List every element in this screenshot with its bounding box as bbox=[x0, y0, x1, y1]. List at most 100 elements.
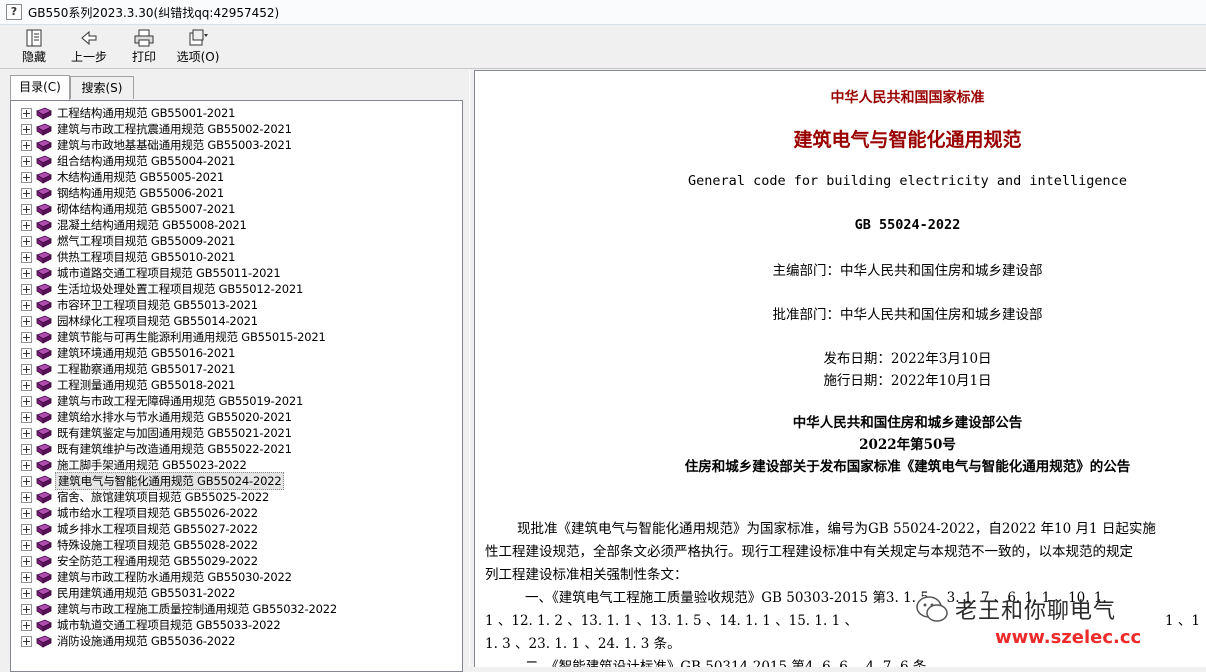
tree-item[interactable]: 供热工程项目规范 GB55010-2021 bbox=[11, 249, 237, 265]
expand-plus-icon[interactable] bbox=[21, 395, 32, 407]
expand-plus-icon[interactable] bbox=[21, 315, 32, 327]
book-icon bbox=[36, 123, 52, 136]
tree-item[interactable]: 建筑与市政工程抗震通用规范 GB55002-2021 bbox=[11, 121, 294, 137]
book-icon bbox=[36, 139, 52, 152]
tree-item[interactable]: 市容环卫工程项目规范 GB55013-2021 bbox=[11, 297, 260, 313]
expand-plus-icon[interactable] bbox=[21, 507, 32, 519]
book-icon bbox=[36, 363, 52, 376]
expand-plus-icon[interactable] bbox=[21, 635, 32, 647]
expand-plus-icon[interactable] bbox=[21, 123, 32, 135]
expand-plus-icon[interactable] bbox=[21, 107, 32, 119]
tree-item[interactable]: 工程测量通用规范 GB55018-2021 bbox=[11, 377, 237, 393]
para1-line1: 现批准《建筑电气与智能化通用规范》为国家标准，编号为GB 55024-2022，… bbox=[517, 521, 1156, 537]
tree-item[interactable]: 消防设施通用规范 GB55036-2022 bbox=[11, 633, 237, 649]
tree-item[interactable]: 木结构通用规范 GB55005-2021 bbox=[11, 169, 226, 185]
expand-plus-icon[interactable] bbox=[21, 251, 32, 263]
tree-item[interactable]: 城市道路交通工程项目规范 GB55011-2021 bbox=[11, 265, 282, 281]
expand-plus-icon[interactable] bbox=[21, 139, 32, 151]
para1-line3: 列工程建设标准相关强制性条文： bbox=[485, 567, 688, 583]
expand-plus-icon[interactable] bbox=[21, 603, 32, 615]
window-title: GB550系列2023.3.30(纠错找qq:42957452) bbox=[28, 5, 280, 20]
hide-button[interactable]: 隐藏 bbox=[14, 29, 54, 67]
tree-item[interactable]: 建筑与市政工程防水通用规范 GB55030-2022 bbox=[11, 569, 294, 585]
book-icon bbox=[36, 507, 52, 520]
tree-item-label: 民用建筑通用规范 GB55031-2022 bbox=[57, 586, 236, 600]
tree-item[interactable]: 特殊设施工程项目规范 GB55028-2022 bbox=[11, 537, 260, 553]
back-button-label: 上一步 bbox=[70, 50, 107, 64]
expand-plus-icon[interactable] bbox=[21, 555, 32, 567]
tree-item-label: 城市道路交通工程项目规范 GB55011-2021 bbox=[57, 266, 281, 280]
expand-plus-icon[interactable] bbox=[21, 427, 32, 439]
expand-plus-icon[interactable] bbox=[21, 619, 32, 631]
tree-item-label: 砌体结构通用规范 GB55007-2021 bbox=[57, 202, 236, 216]
expand-plus-icon[interactable] bbox=[21, 187, 32, 199]
tree-item[interactable]: 建筑环境通用规范 GB55016-2021 bbox=[11, 345, 237, 361]
expand-plus-icon[interactable] bbox=[21, 347, 32, 359]
notice-number: 2022年第50号 bbox=[859, 437, 956, 453]
tree-item[interactable]: 城乡排水工程项目规范 GB55027-2022 bbox=[11, 521, 260, 537]
expand-plus-icon[interactable] bbox=[21, 299, 32, 311]
tree-item[interactable]: 组合结构通用规范 GB55004-2021 bbox=[11, 153, 237, 169]
doc-title: 建筑电气与智能化通用规范 bbox=[793, 129, 1022, 151]
tree-item[interactable]: 城市给水工程项目规范 GB55026-2022 bbox=[11, 505, 260, 521]
tree-item[interactable]: 园林绿化工程项目规范 GB55014-2021 bbox=[11, 313, 260, 329]
tree-item[interactable]: 砌体结构通用规范 GB55007-2021 bbox=[11, 201, 237, 217]
expand-plus-icon[interactable] bbox=[21, 331, 32, 343]
expand-plus-icon[interactable] bbox=[21, 587, 32, 599]
expand-plus-icon[interactable] bbox=[21, 363, 32, 375]
expand-plus-icon[interactable] bbox=[21, 443, 32, 455]
expand-plus-icon[interactable] bbox=[21, 539, 32, 551]
tree-item[interactable]: 施工脚手架通用规范 GB55023-2022 bbox=[11, 457, 249, 473]
expand-plus-icon[interactable] bbox=[21, 411, 32, 423]
tree-item[interactable]: 建筑电气与智能化通用规范 GB55024-2022 bbox=[11, 472, 285, 490]
expand-plus-icon[interactable] bbox=[21, 523, 32, 535]
tree-item[interactable]: 建筑与市政工程施工质量控制通用规范 GB55032-2022 bbox=[11, 601, 339, 617]
tree-item[interactable]: 工程勘察通用规范 GB55017-2021 bbox=[11, 361, 237, 377]
tab-contents[interactable]: 目录(C) bbox=[10, 75, 70, 100]
tab-search[interactable]: 搜索(S) bbox=[70, 76, 134, 99]
tree-item-label: 城乡排水工程项目规范 GB55027-2022 bbox=[57, 522, 258, 536]
expand-plus-icon[interactable] bbox=[21, 475, 32, 487]
tree-item[interactable]: 生活垃圾处理处置工程项目规范 GB55012-2021 bbox=[11, 281, 305, 297]
tree-item[interactable]: 民用建筑通用规范 GB55031-2022 bbox=[11, 585, 237, 601]
tree-item[interactable]: 既有建筑维护与改造通用规范 GB55022-2021 bbox=[11, 441, 294, 457]
expand-plus-icon[interactable] bbox=[21, 379, 32, 391]
tree-item[interactable]: 建筑节能与可再生能源利用通用规范 GB55015-2021 bbox=[11, 329, 328, 345]
print-button-label: 打印 bbox=[131, 50, 156, 64]
tree-item[interactable]: 建筑与市政地基基础通用规范 GB55003-2021 bbox=[11, 137, 294, 153]
tree-item[interactable]: 工程结构通用规范 GB55001-2021 bbox=[11, 105, 237, 121]
expand-plus-icon[interactable] bbox=[21, 571, 32, 583]
contents-tree[interactable]: 工程结构通用规范 GB55001-2021 建筑与市政工程抗震通用规范 GB550… bbox=[10, 100, 463, 672]
expand-plus-icon[interactable] bbox=[21, 235, 32, 247]
print-button[interactable]: 打印 bbox=[126, 29, 162, 67]
book-icon bbox=[36, 107, 52, 120]
tree-item[interactable]: 安全防范工程通用规范 GB55029-2022 bbox=[11, 553, 260, 569]
book-icon bbox=[36, 235, 52, 248]
tree-item[interactable]: 建筑给水排水与节水通用规范 GB55020-2021 bbox=[11, 409, 294, 425]
expand-plus-icon[interactable] bbox=[21, 267, 32, 279]
options-button[interactable]: 选项(O) bbox=[174, 29, 222, 67]
tree-item[interactable]: 宿舍、旅馆建筑项目规范 GB55025-2022 bbox=[11, 489, 271, 505]
tree-item[interactable]: 城市轨道交通工程项目规范 GB55033-2022 bbox=[11, 617, 282, 633]
book-icon bbox=[36, 203, 52, 216]
tree-item[interactable]: 混凝土结构通用规范 GB55008-2021 bbox=[11, 217, 249, 233]
expand-plus-icon[interactable] bbox=[21, 491, 32, 503]
expand-plus-icon[interactable] bbox=[21, 203, 32, 215]
wechat-logo-icon bbox=[916, 596, 948, 622]
tree-item[interactable]: 钢结构通用规范 GB55006-2021 bbox=[11, 185, 226, 201]
book-icon bbox=[36, 587, 52, 600]
tree-item[interactable]: 既有建筑鉴定与加固通用规范 GB55021-2021 bbox=[11, 425, 294, 441]
back-button[interactable]: 上一步 bbox=[66, 29, 112, 67]
expand-plus-icon[interactable] bbox=[21, 459, 32, 471]
book-icon bbox=[36, 331, 52, 344]
tree-item-label: 工程测量通用规范 GB55018-2021 bbox=[57, 378, 236, 392]
doc-effective-date: 施行日期：2022年10月1日 bbox=[823, 373, 992, 389]
expand-plus-icon[interactable] bbox=[21, 155, 32, 167]
tree-item-label: 混凝土结构通用规范 GB55008-2021 bbox=[57, 218, 247, 232]
expand-plus-icon[interactable] bbox=[21, 219, 32, 231]
expand-plus-icon[interactable] bbox=[21, 171, 32, 183]
tree-item[interactable]: 燃气工程项目规范 GB55009-2021 bbox=[11, 233, 237, 249]
expand-plus-icon[interactable] bbox=[21, 283, 32, 295]
tree-item[interactable]: 建筑与市政工程无障碍通用规范 GB55019-2021 bbox=[11, 393, 305, 409]
book-icon bbox=[36, 539, 52, 552]
